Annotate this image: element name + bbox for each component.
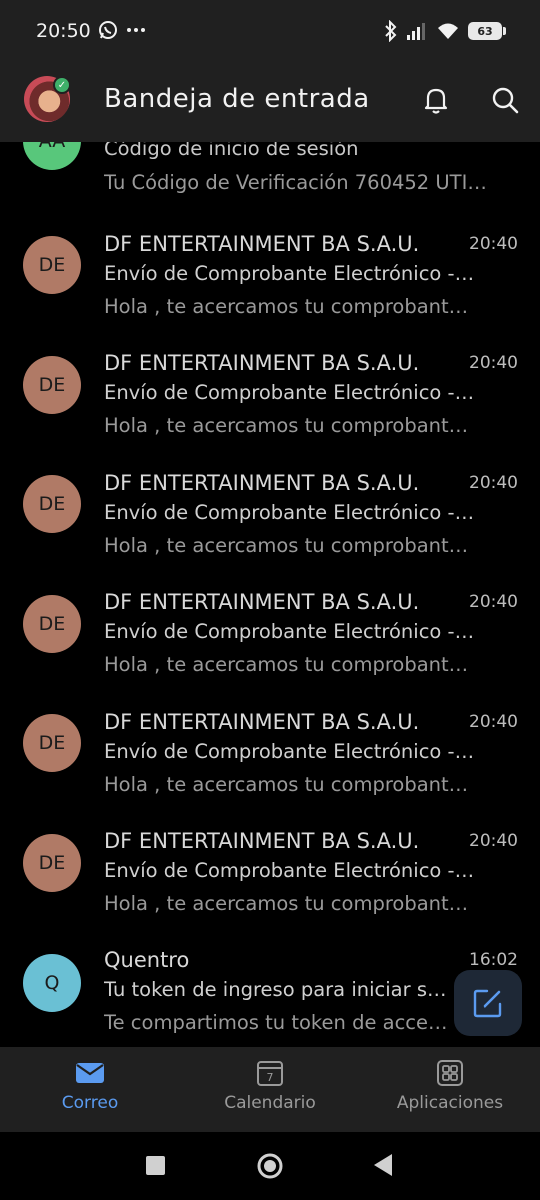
email-time: 20:40 (469, 353, 518, 373)
email-subject: Envío de Comprobante Electrónico -… (104, 501, 475, 524)
sender-avatar: DE (23, 595, 81, 653)
compose-button[interactable] (454, 970, 522, 1036)
sender-avatar: DE (23, 356, 81, 414)
email-preview: Hola , te acercamos tu comprobant… (104, 892, 469, 915)
search-icon[interactable] (489, 84, 521, 116)
email-row[interactable]: DE DF ENTERTAINMENT BA S.A.U. 20:40 Enví… (0, 590, 540, 710)
email-row[interactable]: DE DF ENTERTAINMENT BA S.A.U. 20:40 Enví… (0, 351, 540, 471)
page-title: Bandeja de entrada (104, 84, 370, 114)
more-dots-icon (127, 28, 145, 32)
nav-label-calendar: Calendario (224, 1093, 316, 1113)
email-sender: DF ENTERTAINMENT BA S.A.U. (104, 829, 420, 853)
status-bar: 20:50 63 (0, 0, 540, 62)
system-nav-bar (0, 1132, 540, 1200)
email-subject: Envío de Comprobante Electrónico -… (104, 620, 475, 643)
bottom-nav: Correo 7 Calendario Aplicaciones (0, 1047, 540, 1132)
email-sender: Quentro (104, 948, 190, 972)
nav-label-apps: Aplicaciones (396, 1093, 504, 1113)
email-row[interactable]: DE DF ENTERTAINMENT BA S.A.U. 20:40 Enví… (0, 710, 540, 830)
sender-avatar: AA (23, 142, 81, 170)
bell-icon[interactable] (420, 84, 452, 116)
email-preview: Hola , te acercamos tu comprobant… (104, 773, 469, 796)
nav-item-calendar[interactable]: 7 Calendario (180, 1059, 360, 1113)
email-row[interactable]: AA Código de inicio de sesión Tu Código … (0, 142, 540, 194)
status-time: 20:50 (36, 20, 91, 42)
recents-icon[interactable] (145, 1152, 167, 1178)
check-icon: ✓ (53, 76, 71, 94)
nav-label-mail: Correo (61, 1093, 119, 1113)
compose-icon (473, 989, 502, 1018)
email-time: 16:02 (469, 950, 518, 970)
email-subject: Envío de Comprobante Electrónico -… (104, 381, 475, 404)
app-header: ✓ Bandeja de entrada (0, 62, 540, 142)
system-status-icons: 63 (384, 20, 506, 42)
calendar-day-number: 7 (267, 1071, 274, 1084)
email-sender: DF ENTERTAINMENT BA S.A.U. (104, 710, 420, 734)
sender-avatar: DE (23, 834, 81, 892)
bluetooth-icon (385, 20, 397, 42)
email-row[interactable]: DE DF ENTERTAINMENT BA S.A.U. 20:40 Enví… (0, 232, 540, 352)
email-row[interactable]: DE DF ENTERTAINMENT BA S.A.U. 20:40 Enví… (0, 471, 540, 591)
email-time: 20:40 (469, 592, 518, 612)
email-subject: Envío de Comprobante Electrónico -… (104, 859, 475, 882)
email-sender: DF ENTERTAINMENT BA S.A.U. (104, 471, 420, 495)
email-row[interactable]: DE DF ENTERTAINMENT BA S.A.U. 20:40 Enví… (0, 829, 540, 949)
email-preview: Tu Código de Verificación 760452 UTI… (104, 171, 487, 194)
email-sender: DF ENTERTAINMENT BA S.A.U. (104, 590, 420, 614)
signal-icon (407, 23, 425, 40)
notification-icons (98, 20, 146, 40)
sender-avatar: DE (23, 714, 81, 772)
email-time: 20:40 (469, 473, 518, 493)
sender-avatar: DE (23, 236, 81, 294)
email-sender: DF ENTERTAINMENT BA S.A.U. (104, 232, 420, 256)
email-subject: Envío de Comprobante Electrónico -… (104, 740, 475, 763)
email-preview: Hola , te acercamos tu comprobant… (104, 534, 469, 557)
mail-icon (76, 1063, 104, 1083)
email-time: 20:40 (469, 831, 518, 851)
sender-avatar: DE (23, 475, 81, 533)
whatsapp-icon (99, 21, 117, 39)
home-icon[interactable] (255, 1152, 285, 1182)
apps-grid-icon (437, 1060, 463, 1086)
email-preview: Hola , te acercamos tu comprobant… (104, 653, 469, 676)
email-list[interactable]: AA Código de inicio de sesión Tu Código … (0, 142, 540, 1047)
email-time: 20:40 (469, 234, 518, 254)
email-sender: DF ENTERTAINMENT BA S.A.U. (104, 351, 420, 375)
back-icon[interactable] (372, 1152, 394, 1178)
email-time: 20:40 (469, 712, 518, 732)
email-preview: Hola , te acercamos tu comprobant… (104, 295, 469, 318)
sender-avatar: Q (23, 954, 81, 1012)
calendar-icon: 7 (257, 1061, 283, 1086)
battery-indicator: 63 (468, 22, 506, 40)
nav-item-mail[interactable]: Correo (0, 1059, 180, 1113)
email-preview: Hola , te acercamos tu comprobant… (104, 414, 469, 437)
nav-item-apps[interactable]: Aplicaciones (360, 1059, 540, 1113)
email-subject: Código de inicio de sesión (104, 142, 359, 160)
wifi-icon (438, 23, 458, 39)
email-subject: Envío de Comprobante Electrónico -… (104, 262, 475, 285)
